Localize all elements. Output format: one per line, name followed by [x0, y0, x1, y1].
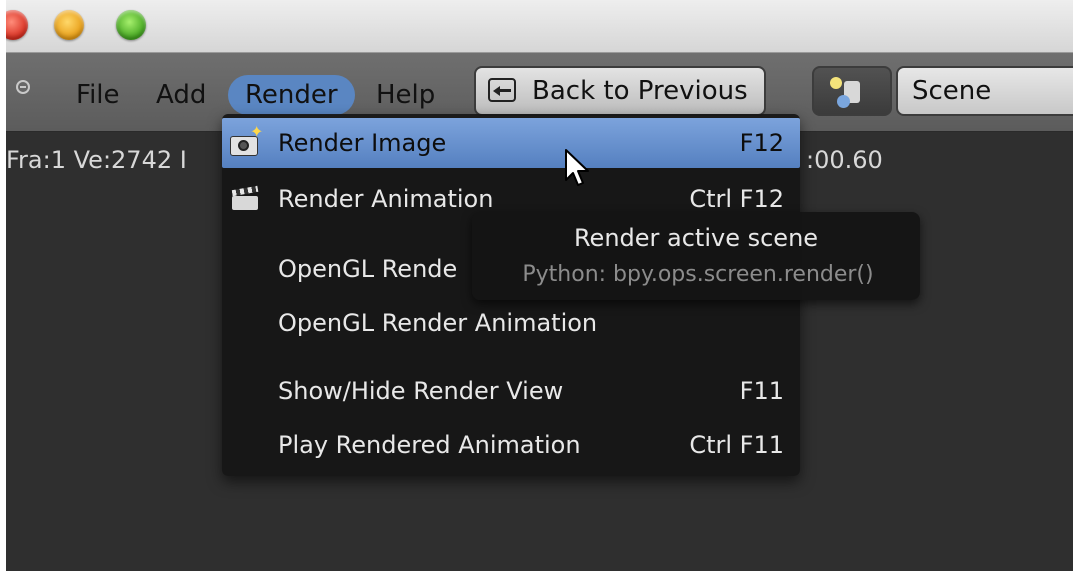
render-image-shortcut: F12 — [739, 129, 784, 157]
status-render-time: :00.60 — [806, 146, 883, 174]
maximize-window-button[interactable] — [116, 10, 146, 40]
menu-item-opengl-render-animation[interactable]: OpenGL Render Animation — [222, 298, 800, 348]
render-image-label: Render Image — [278, 129, 447, 157]
menu-help[interactable]: Help — [376, 75, 435, 115]
collapse-menu-icon[interactable] — [16, 80, 30, 94]
minimize-window-button[interactable] — [54, 10, 84, 40]
tooltip-title: Render active scene — [573, 224, 819, 252]
opengl-render-image-label: OpenGL Rende — [278, 255, 458, 283]
menu-item-show-hide-render-view[interactable]: Show/Hide Render View F11 — [222, 366, 800, 416]
back-arrow-icon — [488, 78, 516, 102]
close-window-button[interactable] — [6, 10, 28, 40]
scene-name-field[interactable]: Scene — [896, 66, 1073, 116]
render-animation-label: Render Animation — [278, 185, 494, 213]
blender-window: File Add Render Help Back to Previous Sc… — [6, 0, 1073, 571]
title-bar — [6, 0, 1073, 53]
status-text: Fra:1 Ve:2742 I — [6, 146, 187, 174]
render-image-tooltip: Render active scene Python: bpy.ops.scre… — [472, 212, 920, 300]
clapperboard-icon — [230, 185, 260, 212]
menu-file[interactable]: File — [76, 75, 120, 115]
back-to-previous-button[interactable]: Back to Previous — [474, 66, 766, 116]
play-rendered-animation-shortcut: Ctrl F11 — [689, 431, 784, 459]
show-hide-render-view-shortcut: F11 — [739, 377, 784, 405]
menu-add[interactable]: Add — [156, 75, 206, 115]
scene-browse-button[interactable] — [812, 66, 892, 116]
tooltip-python-path: Python: bpy.ops.screen.render() — [522, 262, 874, 287]
mouse-pointer-icon — [565, 149, 589, 186]
opengl-render-animation-label: OpenGL Render Animation — [278, 309, 598, 337]
scene-sun-icon — [830, 77, 842, 89]
status-line: Fra:1 Ve:2742 I — [6, 140, 187, 180]
play-rendered-animation-label: Play Rendered Animation — [278, 431, 581, 459]
back-to-previous-label: Back to Previous — [532, 76, 748, 106]
menu-item-render-image[interactable]: ✦ Render Image F12 — [222, 118, 800, 168]
menu-render[interactable]: Render — [228, 75, 355, 115]
camera-icon: ✦ — [230, 124, 263, 156]
menu-item-play-rendered-animation[interactable]: Play Rendered Animation Ctrl F11 — [222, 420, 800, 470]
show-hide-render-view-label: Show/Hide Render View — [278, 377, 564, 405]
scene-sphere-icon — [837, 95, 850, 108]
